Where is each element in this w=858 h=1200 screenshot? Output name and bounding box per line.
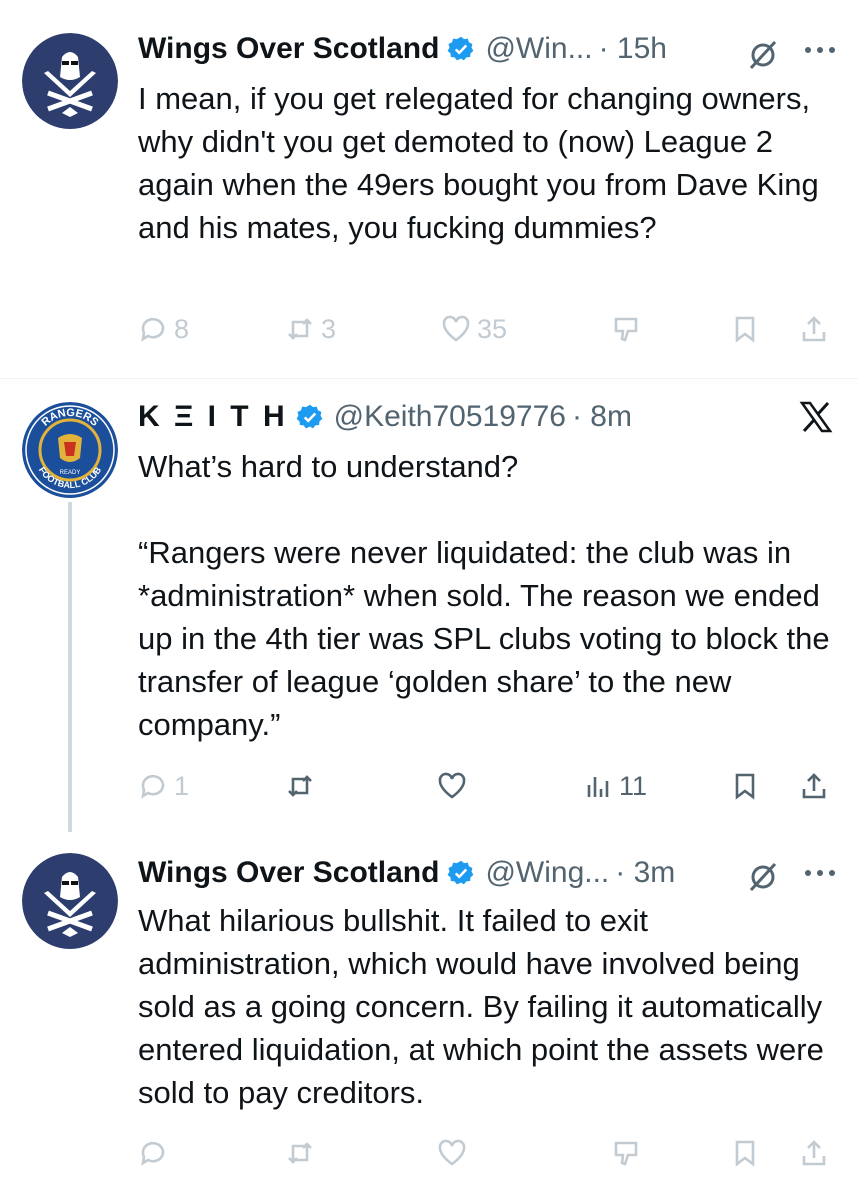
reply-icon (141, 317, 165, 342)
retweet-button[interactable] (285, 1135, 315, 1171)
reply-button[interactable]: 8 (138, 311, 189, 347)
action-bar: 8 3 35 (138, 311, 838, 347)
tweet-3[interactable]: Wings Over Scotland @Wing... · 3m What h… (0, 830, 858, 1200)
display-name[interactable]: Wings Over Scotland (138, 32, 439, 66)
reply-button[interactable] (138, 1135, 168, 1171)
bookmark-icon (735, 1140, 755, 1167)
timestamp[interactable]: · 15h (599, 32, 667, 66)
like-button[interactable] (437, 768, 467, 804)
tweet-text: What hilarious bullshit. It failed to ex… (138, 903, 833, 1110)
reply-count: 1 (174, 770, 190, 801)
user-handle[interactable]: @Wing... (485, 856, 609, 890)
retweet-count: 3 (321, 313, 337, 344)
bookmark-button[interactable] (730, 311, 760, 347)
tweet-1[interactable]: Wings Over Scotland @Win... · 15h I mean… (0, 0, 858, 378)
heart-icon (438, 1139, 466, 1166)
tweet-text: What’s hard to understand? “Rangers were… (138, 449, 830, 742)
verified-badge-icon (448, 860, 474, 885)
downvote-button[interactable] (611, 1135, 641, 1171)
retweet-button[interactable]: 3 (285, 311, 336, 347)
bookmark-button[interactable] (730, 768, 760, 804)
view-count: 11 (619, 770, 648, 801)
tweet-header: Wings Over Scotland @Win... · 15h (138, 27, 667, 71)
tweet-header: K Ξ I T H @Keith70519776 · 8m (138, 395, 632, 439)
retweet-icon (288, 775, 312, 797)
reply-count: 8 (174, 313, 190, 344)
grok-icon[interactable] (745, 36, 781, 72)
retweet-icon (288, 318, 312, 340)
share-button[interactable] (799, 311, 829, 347)
timestamp[interactable]: · 8m (572, 400, 632, 434)
bookmark-button[interactable] (730, 1135, 760, 1171)
bookmark-icon (735, 773, 755, 800)
downvote-icon (614, 1141, 638, 1166)
retweet-icon (288, 1142, 312, 1164)
user-handle[interactable]: @Keith70519776 (334, 400, 566, 434)
avatar-wings-over-scotland[interactable] (22, 33, 118, 129)
share-button[interactable] (799, 768, 829, 804)
display-name[interactable]: Wings Over Scotland (138, 856, 439, 890)
heart-icon (438, 772, 466, 799)
avatar-keith[interactable]: RANGERS FOOTBALL CLUB READY (22, 402, 118, 498)
svg-text:READY: READY (60, 470, 81, 476)
user-handle[interactable]: @Win... (485, 32, 592, 66)
tweet-text: I mean, if you get relegated for changin… (138, 81, 828, 245)
heart-icon (442, 315, 470, 342)
timestamp[interactable]: · 3m (615, 856, 675, 890)
like-button[interactable] (437, 1135, 467, 1171)
share-icon (802, 316, 826, 342)
like-button[interactable]: 35 (441, 311, 507, 347)
more-options-icon[interactable] (803, 45, 837, 55)
thread-line (68, 502, 72, 832)
verified-badge-icon (448, 36, 474, 61)
verified-badge-icon (296, 404, 323, 429)
share-icon (802, 1140, 826, 1166)
reply-button[interactable]: 1 (138, 768, 189, 804)
avatar-wings-over-scotland[interactable] (22, 853, 118, 949)
downvote-icon (614, 317, 638, 342)
display-name[interactable]: K Ξ I T H (138, 400, 288, 434)
action-bar (138, 1135, 838, 1171)
grok-icon[interactable] (745, 858, 781, 894)
like-count: 35 (477, 313, 508, 344)
action-bar: 1 11 (138, 768, 838, 804)
share-icon (802, 773, 826, 799)
share-button[interactable] (799, 1135, 829, 1171)
analytics-icon (587, 777, 609, 797)
bookmark-icon (735, 316, 755, 343)
tweet-2[interactable]: RANGERS FOOTBALL CLUB READY K Ξ I T H @K… (0, 379, 858, 832)
reply-icon (141, 1141, 165, 1166)
downvote-button[interactable] (611, 311, 641, 347)
retweet-button[interactable] (285, 768, 315, 804)
reply-icon (141, 774, 165, 799)
tweet-header: Wings Over Scotland @Wing... · 3m (138, 851, 675, 895)
views-button[interactable]: 11 (583, 768, 647, 804)
more-options-icon[interactable] (803, 868, 837, 878)
x-logo-icon[interactable] (798, 399, 834, 435)
